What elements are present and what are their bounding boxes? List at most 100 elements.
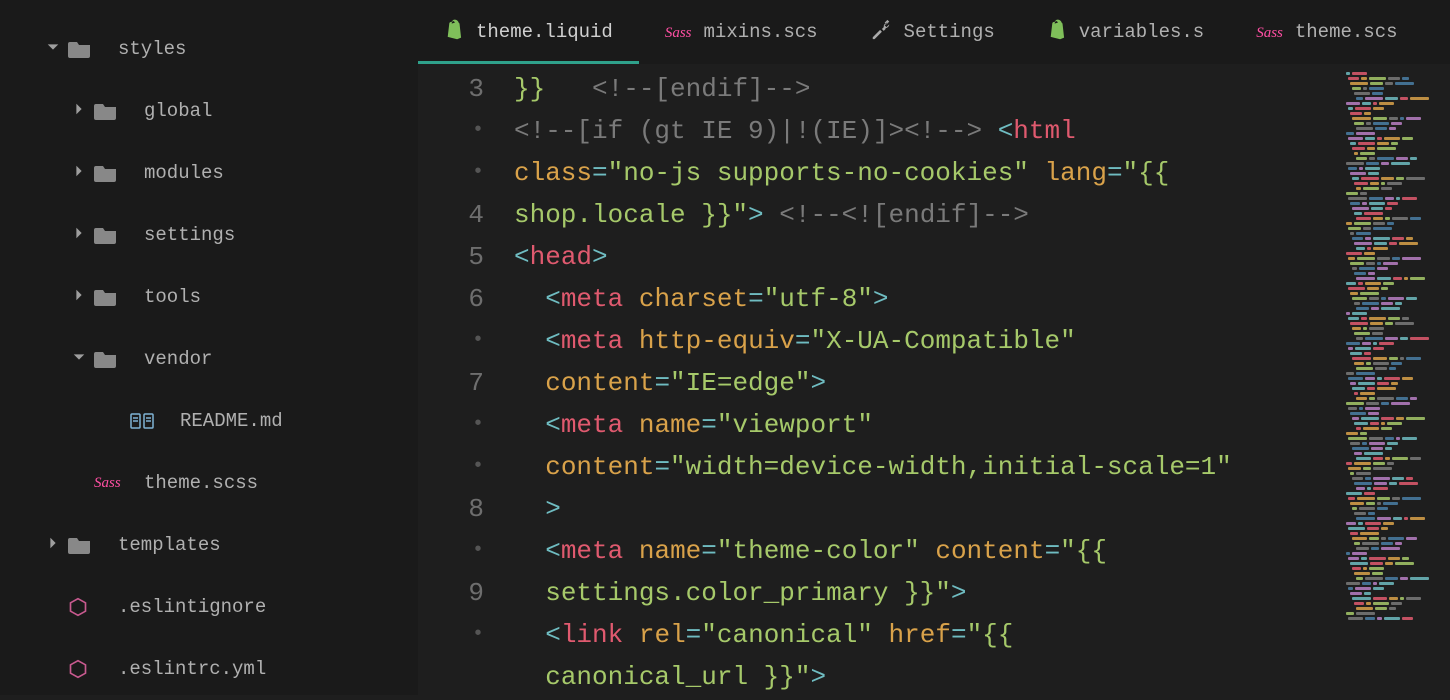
token: canonical_url }}" — [545, 662, 810, 692]
minimap-line — [1346, 92, 1444, 95]
token: charset — [639, 284, 748, 314]
token: > — [873, 284, 889, 314]
minimap-line — [1346, 267, 1444, 270]
minimap-line — [1346, 602, 1444, 605]
minimap-line — [1346, 192, 1444, 195]
minimap-line — [1346, 322, 1444, 325]
minimap-line — [1346, 272, 1444, 275]
code-line: shop.locale }}"> <!--<![endif]--> — [514, 194, 1340, 236]
minimap-line — [1346, 402, 1444, 405]
minimap-line — [1346, 562, 1444, 565]
minimap-line — [1346, 102, 1444, 105]
tree-item-README-md[interactable]: README.md — [0, 390, 418, 452]
tree-item-label: tools — [134, 286, 201, 308]
minimap-line — [1346, 242, 1444, 245]
token: > — [748, 200, 764, 230]
minimap-line — [1346, 137, 1444, 140]
tree-item-theme-scss[interactable]: Sasstheme.scss — [0, 452, 418, 514]
tab-theme-liquid[interactable]: theme.liquid — [418, 0, 639, 64]
token: link — [561, 620, 623, 650]
minimap-line — [1346, 72, 1444, 75]
tree-item-label: templates — [108, 534, 221, 556]
minimap-line — [1346, 527, 1444, 530]
tree-item-styles[interactable]: styles — [0, 18, 418, 80]
sass-icon: Sass — [665, 21, 692, 43]
tree-item-modules[interactable]: modules — [0, 142, 418, 204]
minimap-line — [1346, 407, 1444, 410]
token: = — [748, 284, 764, 314]
tree-item-label: styles — [108, 38, 186, 60]
minimap-line — [1346, 472, 1444, 475]
minimap-line — [1346, 512, 1444, 515]
gutter-fold-dot: • — [418, 110, 484, 152]
token: "{{ — [1060, 536, 1107, 566]
minimap-line — [1346, 452, 1444, 455]
folder-icon — [94, 287, 134, 307]
minimap-line — [1346, 202, 1444, 205]
minimap-line — [1346, 112, 1444, 115]
file-explorer: styles global modules settings tools vendorRE… — [0, 0, 418, 695]
minimap-line — [1346, 307, 1444, 310]
minimap-line — [1346, 592, 1444, 595]
token: = — [654, 452, 670, 482]
minimap-line — [1346, 117, 1444, 120]
tree-item-tools[interactable]: tools — [0, 266, 418, 328]
tree-item-templates[interactable]: templates — [0, 514, 418, 576]
minimap-line — [1346, 302, 1444, 305]
tree-item-vendor[interactable]: vendor — [0, 328, 418, 390]
minimap-line — [1346, 357, 1444, 360]
token: rel — [639, 620, 686, 650]
minimap-line — [1346, 502, 1444, 505]
token: content — [545, 452, 654, 482]
tree-item-label: theme.scss — [134, 472, 258, 494]
token: "no-js supports-no-cookies" — [608, 158, 1029, 188]
tree-item-settings[interactable]: settings — [0, 204, 418, 266]
hex-icon — [68, 597, 108, 617]
chevron-down-icon — [38, 38, 68, 60]
minimap-line — [1346, 487, 1444, 490]
tab-theme-scs[interactable]: Sasstheme.scs — [1230, 0, 1423, 64]
minimap-line — [1346, 187, 1444, 190]
minimap-line — [1346, 252, 1444, 255]
token — [623, 620, 639, 650]
tab-bar: theme.liquidSassmixins.scs Settings variab… — [418, 0, 1450, 64]
tab-mixins-scs[interactable]: Sassmixins.scs — [639, 0, 844, 64]
tab-Settings[interactable]: Settings — [844, 0, 1021, 64]
tree-item--eslintignore[interactable]: .eslintignore — [0, 576, 418, 638]
tab-variables-s[interactable]: variables.s — [1021, 0, 1230, 64]
minimap[interactable] — [1340, 64, 1450, 695]
minimap-line — [1346, 447, 1444, 450]
token — [514, 662, 545, 692]
token: < — [545, 536, 561, 566]
gutter-fold-dot: • — [418, 446, 484, 488]
code-content[interactable]: }} <!--[endif]--><!--[if (gt IE 9)|!(IE)… — [514, 64, 1340, 695]
token — [514, 494, 545, 524]
code-line: > — [514, 488, 1340, 530]
tree-item-global[interactable]: global — [0, 80, 418, 142]
minimap-line — [1346, 262, 1444, 265]
minimap-line — [1346, 437, 1444, 440]
minimap-line — [1346, 232, 1444, 235]
tree-item--eslintrc-yml[interactable]: .eslintrc.yml — [0, 638, 418, 700]
minimap-line — [1346, 532, 1444, 535]
minimap-line — [1346, 207, 1444, 210]
token — [1029, 158, 1045, 188]
minimap-line — [1346, 577, 1444, 580]
minimap-line — [1346, 297, 1444, 300]
tree-item-label: .eslintignore — [108, 596, 266, 618]
chevron-right-icon — [38, 534, 68, 556]
minimap-line — [1346, 612, 1444, 615]
folder-icon — [94, 349, 134, 369]
token: meta — [561, 284, 623, 314]
tab-label: Settings — [904, 21, 995, 43]
token: "viewport" — [717, 410, 873, 440]
tree-item-label: modules — [134, 162, 224, 184]
code-line: <meta charset="utf-8"> — [514, 278, 1340, 320]
line-number: 4 — [418, 194, 484, 236]
token: head — [530, 242, 592, 272]
minimap-line — [1346, 367, 1444, 370]
token: <!--[endif]--> — [592, 74, 810, 104]
minimap-line — [1346, 617, 1444, 620]
token: "theme-color" — [717, 536, 920, 566]
minimap-line — [1346, 522, 1444, 525]
